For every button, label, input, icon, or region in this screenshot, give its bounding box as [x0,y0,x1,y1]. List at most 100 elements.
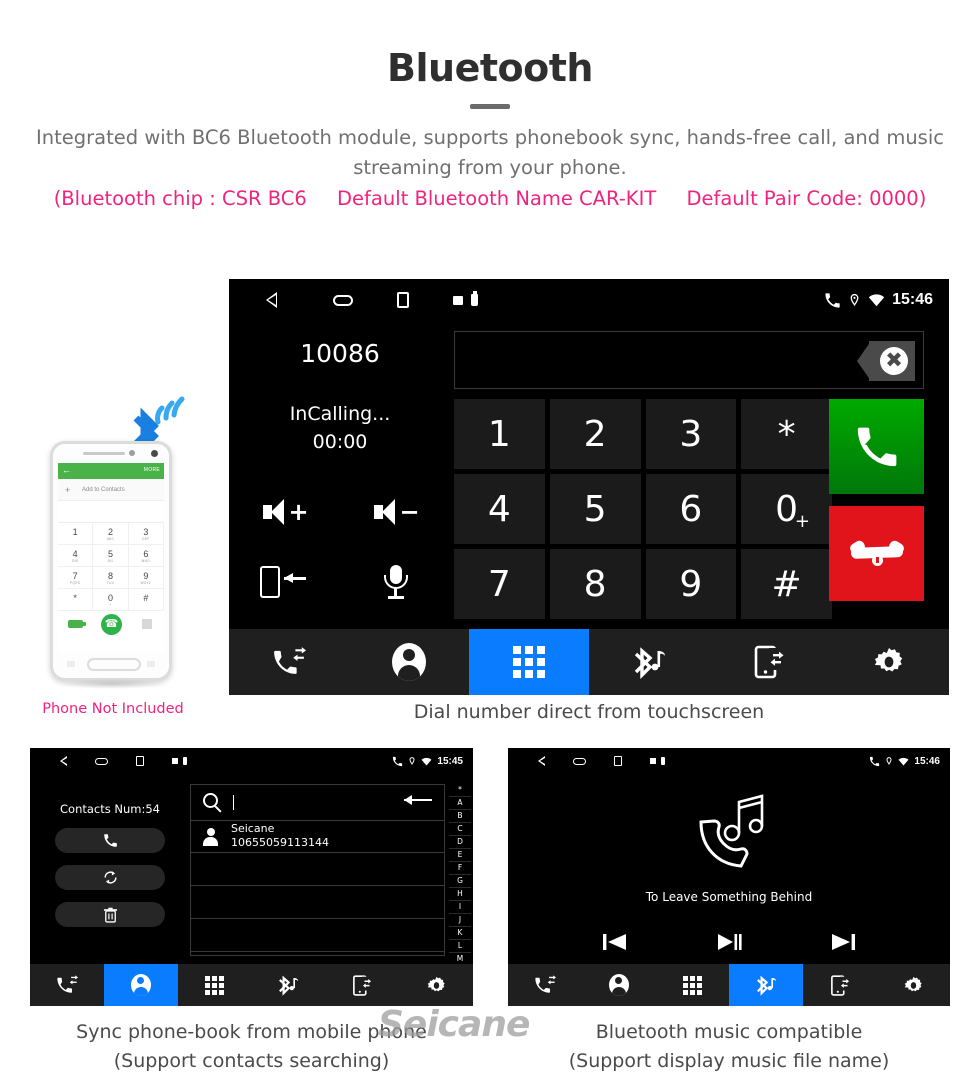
spec-line: (Bluetooth chip : CSR BC6 Default Blueto… [0,187,980,210]
phone-key: 5 JKL [93,545,129,567]
key-4[interactable]: 4 [454,474,545,544]
tab-dialpad[interactable] [469,629,589,695]
tab-dialpad[interactable] [655,964,729,1006]
phone-action-row: ☎ [58,611,164,637]
volume-down-icon: − [373,499,420,525]
alpha-index-item[interactable]: J [449,914,471,927]
alpha-index[interactable]: * A B C D E F G H I J K L M [449,784,471,966]
key-8[interactable]: 8 [549,549,641,619]
phone-key-letters: ABC [106,537,115,541]
music-track-title: To Leave Something Behind [645,890,813,904]
tab-settings[interactable] [829,629,949,695]
alpha-index-item[interactable]: F [449,862,471,875]
key-7[interactable]: 7 [454,549,545,619]
alpha-index-item[interactable]: B [449,810,471,823]
key-9[interactable]: 9 [645,549,737,619]
tab-contacts[interactable] [349,629,469,695]
contact-number: 10655059113144 [231,836,329,849]
title-divider [470,104,510,109]
music-transport-controls [508,932,950,952]
tab-bluetooth-music[interactable] [729,964,803,1006]
alpha-index-item[interactable]: K [449,927,471,940]
sdcard-icon [453,295,463,305]
phone-number-field [58,501,164,523]
tab-bluetooth-music[interactable] [589,629,709,695]
contact-list-item[interactable] [191,919,444,952]
back-icon[interactable] [538,756,545,766]
phone-link-icon [830,974,849,996]
key-0[interactable]: 0 + [741,474,832,544]
mute-mic-button[interactable] [340,547,451,617]
tab-contacts[interactable] [103,964,178,1006]
tab-call-log[interactable] [30,964,104,1006]
alpha-index-item[interactable]: L [449,940,471,953]
alpha-index-item[interactable]: A [449,797,471,810]
key-3[interactable]: 3 [645,399,737,469]
previous-track-button[interactable] [602,932,628,952]
alpha-index-item[interactable]: G [449,875,471,888]
tab-dialpad[interactable] [178,964,252,1006]
key-2[interactable]: 2 [549,399,641,469]
phone-key: 1 [58,523,94,545]
alpha-index-item[interactable]: C [449,823,471,836]
statusbar-time: 15:45 [437,755,463,767]
dialer-tabbar [229,629,949,695]
home-icon[interactable] [573,757,586,765]
tab-contacts[interactable] [582,964,656,1006]
tab-settings[interactable] [876,964,950,1006]
answer-call-button[interactable] [829,399,924,494]
number-input[interactable]: ✖ [454,331,924,389]
contact-list-item[interactable] [191,853,444,886]
hangup-icon [847,538,906,567]
tab-settings[interactable] [399,964,473,1006]
plus-icon: + [65,485,71,495]
end-call-button[interactable] [829,506,924,601]
alpha-index-item[interactable]: I [449,901,471,914]
phone-key-digit: 0 [107,593,113,603]
phone-key: 9 WXYZ [128,567,164,589]
volume-up-button[interactable]: + [229,477,340,547]
tab-bluetooth-music[interactable] [251,964,325,1006]
recents-icon[interactable] [136,756,144,766]
recents-icon[interactable] [397,292,409,308]
home-icon[interactable] [95,757,108,765]
contact-list-item[interactable]: Seicane 10655059113144 [191,821,444,853]
contact-list-item[interactable] [191,886,444,919]
key-6[interactable]: 6 [645,474,737,544]
recents-icon[interactable] [614,756,622,766]
back-arrow-icon[interactable] [404,795,432,805]
play-pause-button[interactable] [716,932,742,952]
backspace-button[interactable]: ✖ [857,341,915,381]
tab-phone-link[interactable] [709,629,829,695]
tab-call-log[interactable] [229,629,349,695]
key-hash[interactable]: # [741,549,832,619]
dialpad-icon [513,646,545,678]
contacts-sync-button[interactable] [55,865,165,890]
contacts-search-row[interactable] [191,785,444,821]
home-icon[interactable] [333,294,353,306]
alpha-index-item[interactable]: E [449,849,471,862]
alpha-index-item[interactable]: D [449,836,471,849]
contacts-delete-button[interactable] [55,902,165,927]
call-log-icon [535,975,556,993]
bluetooth-music-icon [279,975,299,996]
key-5[interactable]: 5 [549,474,641,544]
next-track-button[interactable] [830,932,856,952]
key-star[interactable]: * [741,399,832,469]
contacts-icon [392,643,426,681]
back-icon[interactable] [60,756,67,766]
phone-key: 0 + [93,589,129,611]
tab-phone-link[interactable] [325,964,399,1006]
back-icon[interactable] [266,292,289,308]
music-tabbar [508,964,950,1006]
call-log-icon [57,975,78,993]
alpha-index-item[interactable]: * [449,784,471,797]
transfer-audio-button[interactable] [229,547,340,617]
alpha-index-item[interactable]: H [449,888,471,901]
volume-down-button[interactable]: − [340,477,451,547]
contact-name: Seicane [231,822,275,835]
tab-phone-link[interactable] [803,964,877,1006]
contacts-call-button[interactable] [55,828,165,853]
tab-call-log[interactable] [508,964,582,1006]
key-1[interactable]: 1 [454,399,545,469]
